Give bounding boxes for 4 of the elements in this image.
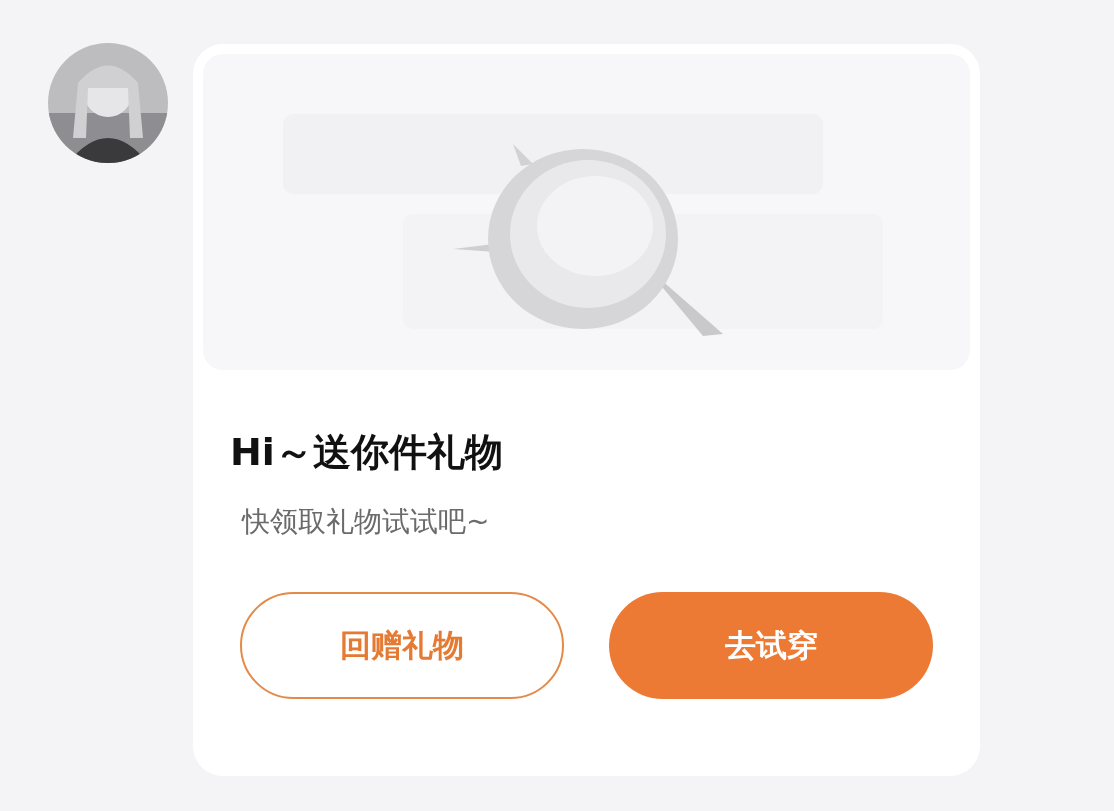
action-button[interactable]: 回赠礼物 [240, 592, 564, 699]
card-title: Hi～送你件礼物 [230, 429, 503, 476]
action-button[interactable]: 去试穿 [609, 592, 933, 699]
card-subtitle: 快领取礼物试试吧~ [242, 504, 490, 540]
